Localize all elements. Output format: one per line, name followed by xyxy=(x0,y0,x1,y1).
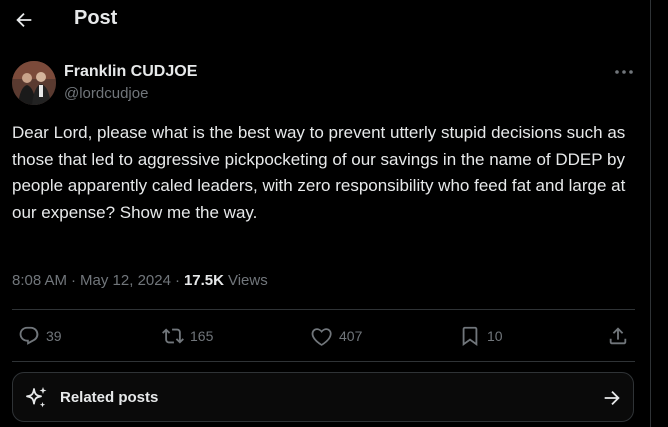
divider xyxy=(12,309,635,310)
bookmark-count: 10 xyxy=(487,328,503,344)
bookmark-icon xyxy=(462,326,478,347)
header: Post xyxy=(0,0,650,40)
repost-count: 165 xyxy=(190,328,214,344)
avatar[interactable] xyxy=(12,61,56,105)
related-posts-button[interactable]: Related posts xyxy=(12,372,634,422)
more-button[interactable] xyxy=(612,62,636,82)
tweet-meta: 8:08 AM · May 12, 2024 · 17.5K Views xyxy=(12,272,268,289)
heart-icon xyxy=(311,328,332,346)
reply-icon xyxy=(19,326,39,345)
views-count: 17.5K xyxy=(183,272,224,289)
author-handle[interactable]: @lordcudjoe xyxy=(64,85,148,102)
repost-icon xyxy=(162,328,184,344)
back-button[interactable] xyxy=(10,6,38,34)
tweet-time[interactable]: 8:08 AM xyxy=(12,272,67,289)
action-bar: 39 165 407 10 xyxy=(12,322,634,350)
meta-separator: · xyxy=(71,272,77,289)
author-name[interactable]: Franklin CUDJOE xyxy=(64,63,197,81)
reply-button[interactable]: 39 xyxy=(18,322,62,350)
like-count: 407 xyxy=(339,328,363,344)
repost-button[interactable]: 165 xyxy=(162,322,213,350)
tweet-date[interactable]: May 12, 2024 xyxy=(80,272,171,289)
arrow-left-icon xyxy=(16,12,32,28)
avatar-image xyxy=(12,61,56,105)
more-horizontal-icon xyxy=(615,70,633,74)
bookmark-button[interactable]: 10 xyxy=(459,322,503,350)
sparkle-icon xyxy=(26,387,47,408)
reply-count: 39 xyxy=(46,328,62,344)
share-icon xyxy=(609,327,627,345)
meta-separator: · xyxy=(174,272,180,289)
related-posts-label: Related posts xyxy=(60,389,159,406)
page-title: Post xyxy=(74,7,118,29)
views-label: Views xyxy=(227,272,268,289)
tweet-text: Dear Lord, please what is the best way t… xyxy=(12,123,626,222)
divider xyxy=(12,361,635,362)
arrow-right-icon xyxy=(604,390,620,406)
column-border xyxy=(650,0,651,427)
like-button[interactable]: 407 xyxy=(311,322,362,350)
share-button[interactable] xyxy=(607,322,629,350)
